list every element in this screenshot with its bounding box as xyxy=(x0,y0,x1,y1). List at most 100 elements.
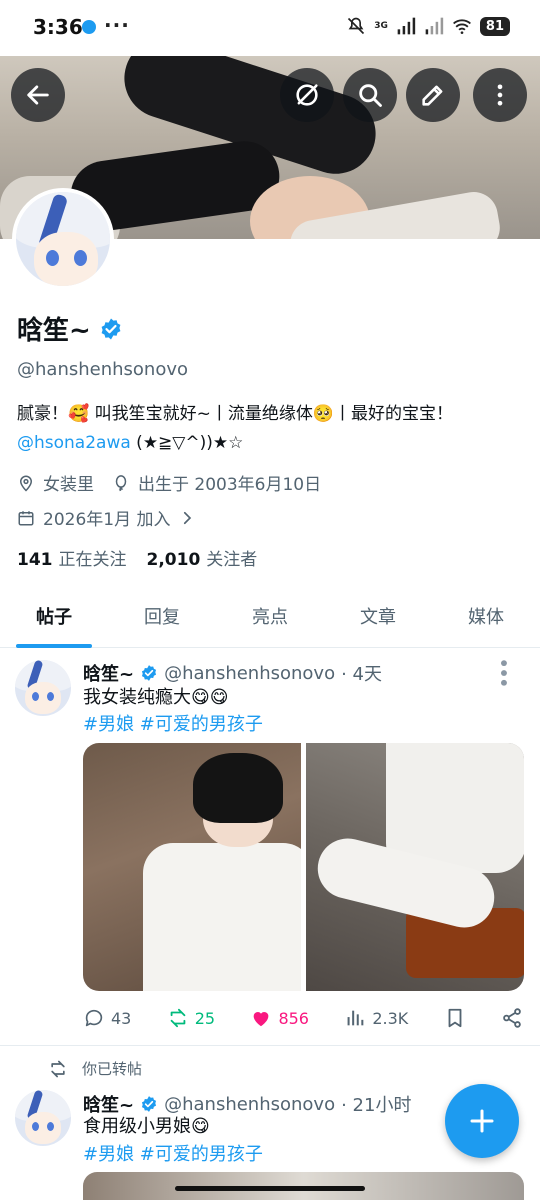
verified-badge-icon[interactable] xyxy=(99,317,123,341)
tweet-time: · 21小时 xyxy=(341,1095,412,1116)
battery-icon: 81 xyxy=(479,16,510,36)
status-more: ··· xyxy=(104,13,130,37)
balloon-icon xyxy=(115,474,127,491)
bio-tail: (★≧▽^))★☆ xyxy=(130,433,244,453)
avatar-eye xyxy=(74,250,87,266)
signal-2-icon xyxy=(425,17,444,35)
tweet-photo-2[interactable] xyxy=(306,743,524,991)
calendar-icon xyxy=(18,510,34,525)
tab-highlights[interactable]: 亮点 xyxy=(216,590,324,647)
circle-slash-icon xyxy=(296,84,318,106)
avatar-eye xyxy=(47,692,54,701)
tweet-actions: 43 25 856 2.3K xyxy=(83,1003,523,1033)
avatar-face xyxy=(34,232,98,286)
tweet-time: · 4天 xyxy=(341,664,382,685)
grok-button[interactable] xyxy=(280,68,334,122)
tweet-author-name[interactable]: 晗笙~ xyxy=(83,660,134,686)
tweet-hashtags[interactable]: #男娘 #可爱的男孩子 xyxy=(83,1140,263,1166)
tweet-text: 食用级小男娘😋 xyxy=(83,1116,210,1137)
reply-icon xyxy=(85,1009,103,1027)
profile-location: 女装里 xyxy=(43,475,94,495)
followers-count: 2,010 xyxy=(146,550,201,570)
tab-posts[interactable]: 帖子 xyxy=(0,590,108,648)
app-notification-icon xyxy=(82,20,96,34)
location-pin-icon xyxy=(19,475,33,492)
retweet-note: 你已转帖 xyxy=(48,1058,142,1079)
tweet-avatar[interactable] xyxy=(15,1090,71,1146)
tweet-media[interactable] xyxy=(83,743,524,991)
tweet-avatar[interactable] xyxy=(15,660,71,716)
tweet-photo-1[interactable] xyxy=(83,743,301,991)
share-icon xyxy=(503,1008,521,1028)
tab-articles[interactable]: 文章 xyxy=(324,590,432,647)
plus-icon xyxy=(470,1109,494,1133)
profile-joined-row[interactable]: 2026年1月 加入 xyxy=(17,505,196,530)
profile-tabs: 帖子 回复 亮点 文章 媒体 xyxy=(0,590,540,648)
more-vertical-icon xyxy=(497,84,503,106)
like-count: 856 xyxy=(278,1008,309,1028)
following-link[interactable]: 141 正在关注 xyxy=(17,545,127,570)
tweet-author-handle[interactable]: @hanshenhsonovo xyxy=(164,1094,335,1115)
status-time: 3:36 xyxy=(33,15,83,39)
tweet-text: 我女装纯瘾大😋😋 xyxy=(83,687,229,708)
signal-icon xyxy=(397,17,416,35)
profile-name-row: 晗笙~ xyxy=(17,310,123,347)
photo-figure-hair xyxy=(193,753,283,823)
retweet-icon xyxy=(170,1008,186,1028)
more-button[interactable] xyxy=(473,68,527,122)
tab-media[interactable]: 媒体 xyxy=(432,590,540,647)
mute-icon xyxy=(348,17,365,35)
tab-replies[interactable]: 回复 xyxy=(108,590,216,647)
search-button[interactable] xyxy=(343,68,397,122)
reply-button[interactable]: 43 xyxy=(83,1007,131,1029)
chevron-right-icon xyxy=(184,511,192,524)
retweet-note-text: 你已转帖 xyxy=(82,1060,143,1078)
arrow-left-icon xyxy=(27,85,49,105)
avatar-eye xyxy=(32,692,39,701)
avatar-eye xyxy=(47,1122,54,1131)
tweet-author-handle[interactable]: @hanshenhsonovo xyxy=(164,663,335,684)
photo-figure-shirt xyxy=(143,843,301,991)
retweet-button[interactable]: 25 xyxy=(167,1007,215,1029)
avatar-eye xyxy=(32,1122,39,1131)
retweet-icon xyxy=(51,1060,65,1077)
profile-avatar[interactable] xyxy=(12,188,114,290)
following-label: 正在关注 xyxy=(58,550,127,570)
profile-birthday: 出生于 2003年6月10日 xyxy=(138,475,322,495)
status-right: 3G 81 xyxy=(346,16,510,36)
followers-label: 关注者 xyxy=(206,550,258,570)
bookmark-button[interactable] xyxy=(444,1007,466,1029)
network-type: 3G xyxy=(374,21,388,31)
bookmark-icon xyxy=(448,1008,462,1028)
retweet-count: 25 xyxy=(194,1008,216,1028)
profile-joined: 2026年1月 加入 xyxy=(43,510,171,530)
following-count: 141 xyxy=(17,550,53,570)
wifi-icon xyxy=(452,19,471,34)
bio-text: 腻豪！🥰 叫我笙宝就好~丨流量绝缘体🥺丨最好的宝宝！ xyxy=(17,404,453,424)
tweet-divider xyxy=(0,1045,540,1046)
profile-handle: @hanshenhsonovo xyxy=(17,359,188,380)
bio-line-2: @hsona2awa (★≧▽^))★☆ xyxy=(17,429,527,458)
views-button[interactable]: 2.3K xyxy=(344,1007,408,1029)
pencil-icon xyxy=(422,85,443,106)
heart-icon xyxy=(254,1012,269,1027)
back-button[interactable] xyxy=(11,68,65,122)
avatar-eye xyxy=(46,250,59,266)
profile-name: 晗笙~ xyxy=(17,316,91,346)
compose-button[interactable] xyxy=(445,1084,519,1158)
view-count: 2.3K xyxy=(372,1008,409,1028)
follow-stats: 141 正在关注 2,010 关注者 xyxy=(17,545,257,570)
search-icon xyxy=(359,84,382,107)
bio-link[interactable]: @hsona2awa xyxy=(17,433,131,453)
like-button[interactable]: 856 xyxy=(250,1007,309,1029)
verified-badge-icon xyxy=(142,665,157,681)
edit-profile-button[interactable] xyxy=(406,68,460,122)
share-button[interactable] xyxy=(501,1007,523,1029)
avatar-face xyxy=(25,682,61,714)
status-bar: 3:36 ··· 3G 81 xyxy=(0,0,540,56)
tweet-more-icon[interactable]: ••• xyxy=(491,657,515,686)
profile-meta-row: 女装里 出生于 2003年6月10日 xyxy=(17,470,321,495)
tweet-hashtags[interactable]: #男娘 #可爱的男孩子 xyxy=(83,710,263,736)
followers-link[interactable]: 2,010 关注者 xyxy=(147,545,258,570)
home-indicator[interactable] xyxy=(175,1186,365,1191)
